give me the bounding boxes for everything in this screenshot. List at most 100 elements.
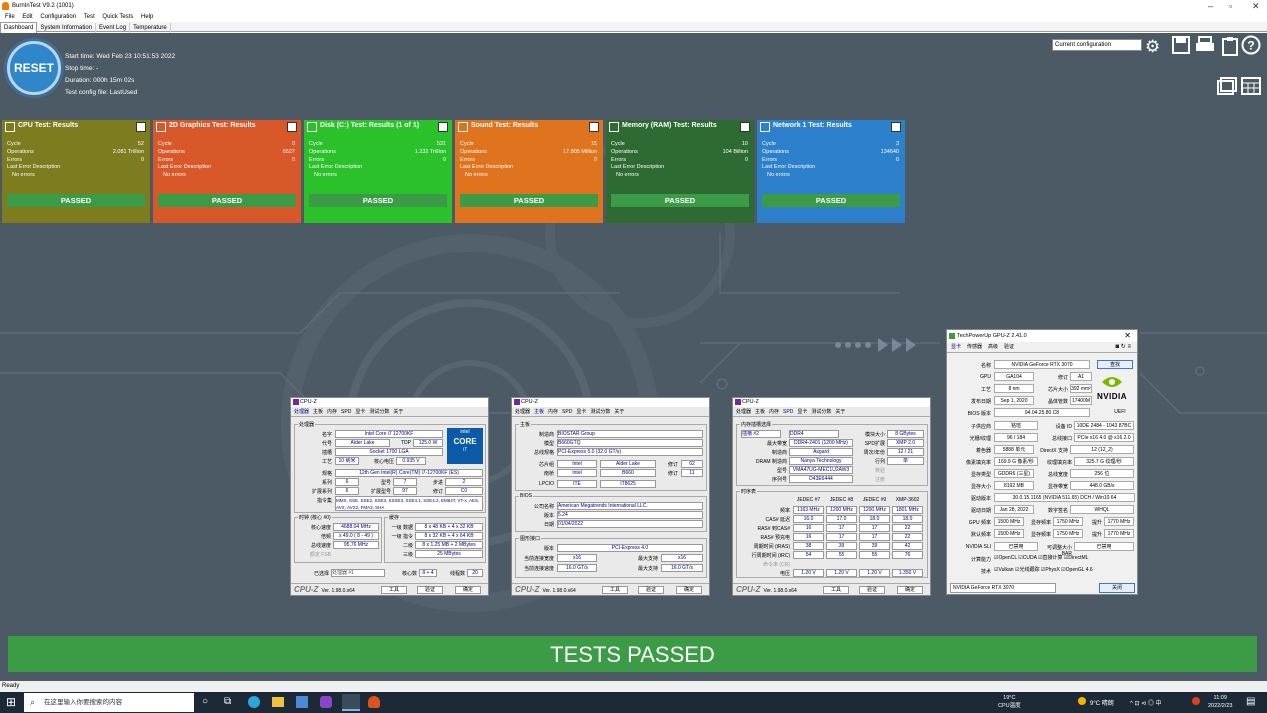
tab-memory[interactable]: 内存 — [769, 409, 779, 415]
tools-button[interactable]: 工具 — [381, 586, 407, 594]
cpuz-tabs: 处理器 主板 内存 SPD 显卡 测试分数 关于 — [512, 407, 709, 417]
tab-graphics-card[interactable]: 显卡 — [951, 344, 961, 350]
tab-spd[interactable]: SPD — [783, 409, 793, 415]
gear-icon[interactable]: ⚙ — [1145, 37, 1160, 57]
tab-mainboard[interactable]: 主板 — [534, 409, 544, 415]
chipset-rev-label: 修订 — [667, 462, 678, 468]
gpuz-row-label-2: 晶体管数 — [1047, 399, 1068, 406]
gpuz-row-value: Sep 1, 2020 — [994, 396, 1034, 406]
timing-cell: 55 — [826, 551, 857, 559]
tab-mainboard[interactable]: 主板 — [755, 409, 765, 415]
timing-cell: 39 — [859, 542, 890, 550]
gpuz-row-value-2: 448.0 GB/s — [1070, 481, 1134, 490]
save-icon[interactable] — [1170, 36, 1192, 59]
tab-mainboard[interactable]: 主板 — [313, 409, 323, 415]
tab-processor[interactable]: 处理器 — [736, 409, 751, 415]
menu-configuration[interactable]: Configuration — [40, 14, 76, 20]
tab-validation[interactable]: 验证 — [1004, 344, 1014, 350]
menu-test[interactable]: Test — [84, 14, 95, 20]
tab-temperature[interactable]: Temperature — [130, 23, 171, 33]
task-view-icon[interactable]: ⧉ — [224, 696, 231, 707]
tab-bench[interactable]: 测试分数 — [369, 409, 389, 415]
validate-button[interactable]: 验证 — [417, 586, 443, 594]
tab-spd[interactable]: SPD — [562, 409, 572, 415]
tab-system-information[interactable]: System Information — [37, 23, 97, 33]
tab-bench[interactable]: 测试分数 — [590, 409, 610, 415]
expand-panel-icon[interactable] — [287, 122, 297, 132]
cpuz-tabs: 处理器 主板 内存 SPD 显卡 测试分数 关于 — [291, 407, 488, 417]
window-layout-icon[interactable] — [1216, 77, 1238, 100]
nvidia-logo: NVIDIA — [1094, 374, 1130, 404]
camera-refresh-menu-icon[interactable]: ◙ ↻ ≡ — [1116, 342, 1132, 353]
gpuz-row-button[interactable]: 查找 — [1097, 360, 1133, 369]
minimize-button[interactable]: – — [1208, 0, 1213, 12]
windows-start-icon[interactable]: ⊞ — [6, 695, 16, 709]
validate-button[interactable]: 验证 — [638, 586, 664, 594]
tools-button[interactable]: 工具 — [823, 586, 849, 594]
close-button[interactable]: ✕ — [1252, 0, 1260, 12]
tab-graphics[interactable]: 显卡 — [576, 409, 586, 415]
timing-cell: 17 — [859, 533, 890, 541]
tab-about[interactable]: 关于 — [393, 409, 403, 415]
ok-button[interactable]: 确定 — [676, 586, 702, 594]
weather-text[interactable]: 9°C 晴朗 — [1090, 698, 1114, 707]
tab-processor[interactable]: 处理器 — [515, 409, 530, 415]
expand-panel-icon[interactable] — [438, 122, 448, 132]
tab-graphics[interactable]: 显卡 — [355, 409, 365, 415]
close-icon[interactable]: ✕ — [1124, 330, 1131, 342]
tab-event-log[interactable]: Event Log — [96, 23, 131, 33]
expand-panel-icon[interactable] — [891, 122, 901, 132]
tab-advanced[interactable]: 高级 — [988, 344, 998, 350]
taskbar-search-box[interactable]: ⌕ 在这里输入你要搜索的内容 — [24, 693, 194, 712]
tab-bench[interactable]: 测试分数 — [811, 409, 831, 415]
file-explorer-icon[interactable] — [272, 697, 284, 707]
store-icon[interactable] — [296, 696, 308, 708]
notification-icon[interactable]: ▤ — [1246, 696, 1255, 707]
edge-icon[interactable] — [248, 696, 260, 708]
menu-edit[interactable]: Edit — [22, 14, 32, 20]
reset-button[interactable]: RESET — [7, 41, 61, 95]
tab-memory[interactable]: 内存 — [548, 409, 558, 415]
gpuz-row-button[interactable]: UEFI — [1107, 408, 1133, 418]
validate-button[interactable]: 验证 — [859, 586, 885, 594]
expand-panel-icon[interactable] — [589, 122, 599, 132]
tab-processor[interactable]: 处理器 — [294, 409, 309, 415]
expand-panel-icon[interactable] — [136, 122, 146, 132]
clipboard-icon[interactable] — [1219, 36, 1241, 61]
close-button[interactable]: 关闭 — [1099, 583, 1135, 593]
cpuz-taskbar-icon[interactable] — [320, 696, 332, 708]
tray-app-icon[interactable] — [1192, 697, 1200, 705]
gpuz-row: 显存大小 8192 MB 显存带宽 448.0 GB/s — [947, 480, 1137, 492]
ok-button[interactable]: 确定 — [455, 586, 481, 594]
printer-icon[interactable] — [1194, 36, 1216, 59]
tab-dashboard[interactable]: Dashboard — [0, 22, 38, 33]
menu-help[interactable]: Help — [141, 14, 153, 20]
menu-quick-tests[interactable]: Quick Tests — [102, 14, 133, 20]
tab-memory[interactable]: 内存 — [327, 409, 337, 415]
clock[interactable]: 11:09 2022/2/23 — [1208, 694, 1232, 710]
burnintest-taskbar-icon[interactable] — [342, 694, 360, 711]
maximize-button[interactable]: ▫ — [1229, 0, 1232, 12]
revision-label: 修订 — [432, 489, 443, 495]
l2-label: 二级 — [402, 543, 413, 549]
cortana-icon[interactable]: ○ — [202, 696, 208, 707]
tab-sensors[interactable]: 传感器 — [967, 344, 982, 350]
ok-button[interactable]: 确定 — [897, 586, 923, 594]
tab-about[interactable]: 关于 — [835, 409, 845, 415]
system-tray[interactable]: ^ ⊡ ⊲ ◎ 中 — [1130, 698, 1162, 707]
gpuz-row: 显存类型 GDDR6 (三星) 总线宽度 256 位 — [947, 468, 1137, 480]
gpuz-taskbar-icon[interactable] — [368, 696, 380, 708]
help-icon[interactable]: ? — [1240, 35, 1262, 60]
processor-select[interactable]: 处理器 #1 — [331, 569, 385, 577]
tab-graphics[interactable]: 显卡 — [797, 409, 807, 415]
grid-layout-icon[interactable] — [1240, 77, 1262, 100]
expand-panel-icon[interactable] — [740, 122, 750, 132]
menu-file[interactable]: File — [5, 14, 15, 20]
slot-select[interactable]: 插槽 #2 — [741, 430, 781, 438]
tab-spd[interactable]: SPD — [341, 409, 351, 415]
tab-about[interactable]: 关于 — [614, 409, 624, 415]
gpu-select[interactable]: NVIDIA GeForce RTX 3070 — [950, 583, 1056, 593]
configuration-select[interactable]: Current configuration — [1052, 39, 1142, 51]
bios-version-field: 5.24 — [557, 511, 703, 519]
tools-button[interactable]: 工具 — [602, 586, 628, 594]
